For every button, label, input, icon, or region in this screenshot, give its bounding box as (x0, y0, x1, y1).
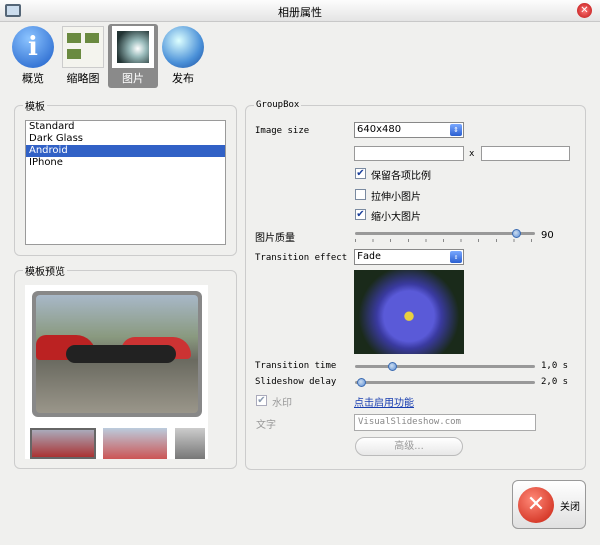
close-button-label: 关闭 (560, 502, 580, 513)
tab-label: 概览 (22, 72, 44, 85)
stretch-small-checkbox[interactable] (355, 189, 366, 200)
slideshow-delay-slider[interactable] (355, 378, 535, 387)
watermark-label: 水印 (272, 398, 292, 409)
close-button[interactable]: ✕ 关闭 (512, 480, 586, 529)
close-window-icon[interactable]: ✕ (577, 3, 592, 18)
text-label: 文字 (256, 420, 276, 431)
transition-time-label: Transition time (255, 361, 337, 371)
title-bar: 相册属性 ✕ (0, 0, 600, 22)
slideshow-delay-label: Slideshow delay (255, 377, 337, 387)
transition-effect-label: Transition effect (255, 253, 348, 263)
slider-thumb[interactable] (512, 229, 521, 238)
tab-label: 图片 (122, 72, 144, 85)
thumbnails-icon (62, 26, 104, 68)
tab-label: 缩略图 (66, 72, 100, 85)
quality-slider[interactable] (355, 229, 535, 242)
height-input[interactable] (481, 146, 570, 161)
quality-label: 图片质量 (255, 233, 295, 244)
picture-icon (112, 26, 154, 68)
preview-legend: 模板预览 (25, 267, 65, 278)
transition-time-slider[interactable] (355, 362, 535, 371)
slider-thumb[interactable] (357, 378, 366, 387)
template-list[interactable]: Standard Dark Glass Android IPhone (25, 120, 226, 245)
player-controls (66, 345, 176, 363)
size-separator: x (469, 149, 475, 159)
slideshow-delay-value: 2,0 s (541, 377, 569, 387)
list-item[interactable]: Android (26, 145, 225, 157)
tab-thumbnails[interactable]: 缩略图 (58, 24, 108, 88)
close-x-icon: ✕ (518, 487, 554, 523)
quality-value: 90 (541, 230, 554, 241)
watermark-text-input[interactable]: VisualSlideshow.com (354, 414, 536, 431)
groupbox-legend: GroupBox (256, 100, 300, 110)
image-size-value: 640x480 (357, 124, 402, 135)
window-title: 相册属性 (278, 6, 322, 19)
transition-preview-image (354, 270, 464, 354)
slider-thumb[interactable] (388, 362, 397, 371)
tab-overview[interactable]: i 概览 (8, 24, 58, 88)
info-icon: i (12, 26, 54, 68)
spinner-icon: ⇕ (450, 251, 462, 263)
watermark-checkbox: ✔ (256, 395, 267, 406)
template-legend: 模板 (25, 102, 45, 113)
list-item[interactable]: IPhone (26, 157, 225, 169)
list-item[interactable]: Dark Glass (26, 133, 225, 145)
width-input[interactable] (354, 146, 464, 161)
thumbnail[interactable] (103, 428, 167, 459)
tab-pictures[interactable]: 图片 (108, 24, 158, 88)
image-size-label: Image size (255, 126, 310, 136)
thumbnail[interactable] (175, 428, 205, 459)
keep-ratio-label: 保留各项比例 (371, 171, 431, 182)
advanced-button: 高级... (355, 437, 463, 456)
stretch-small-label: 拉伸小图片 (371, 192, 421, 203)
globe-icon (162, 26, 204, 68)
thumbnail[interactable] (30, 428, 96, 459)
tab-publish[interactable]: 发布 (158, 24, 208, 88)
preview-area (25, 285, 208, 459)
tab-label: 发布 (172, 72, 194, 85)
transition-effect-value: Fade (357, 251, 382, 262)
spinner-icon: ⇕ (450, 124, 462, 136)
shrink-large-label: 缩小大图片 (371, 212, 421, 223)
transition-effect-select[interactable]: Fade ⇕ (354, 249, 464, 265)
preview-image (32, 291, 202, 417)
keep-ratio-checkbox[interactable]: ✔ (355, 168, 366, 179)
list-item[interactable]: Standard (26, 121, 225, 133)
enable-feature-link[interactable]: 点击启用功能 (354, 394, 414, 409)
shrink-large-checkbox[interactable]: ✔ (355, 209, 366, 220)
image-size-select[interactable]: 640x480 ⇕ (354, 122, 464, 138)
transition-time-value: 1,0 s (541, 361, 569, 371)
